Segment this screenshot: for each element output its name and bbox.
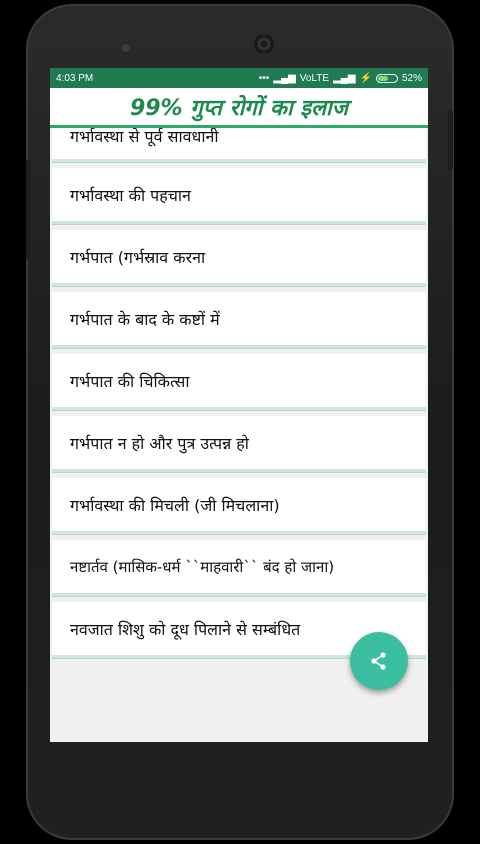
list-item-label: गर्भपात की चिकित्सा [70,371,190,391]
battery-icon [375,73,398,83]
list-item[interactable]: गर्भावस्था की मिचली (जी मिचलाना) [52,478,426,534]
status-time: 4:03 PM [56,72,94,84]
side-button [448,110,453,170]
list-item[interactable]: गर्भपात (गर्भस्राव करना [52,230,426,286]
share-icon [371,652,386,670]
list-item[interactable]: गर्भपात की चिकित्सा [52,354,426,410]
list-item[interactable]: गर्भपात न हो और पुत्र उत्पन्न हो [52,416,426,472]
list-item-label: गर्भपात न हो और पुत्र उत्पन्न हो [70,433,249,453]
list-item-label: गर्भावस्था की पहचान [70,185,191,205]
earpiece-speaker [254,34,274,54]
page-title: 99% गुप्त रोगों का इलाज [129,95,349,121]
signal-icon: ▂▄▆ [333,72,356,84]
more-dots-icon: ••• [258,72,270,84]
list-item-label: नष्टार्तव (मासिक-धर्म ``माहवारी`` बंद हो… [70,557,335,576]
signal-icon: ▂▄▆ [273,72,296,84]
list-item-label: गर्भपात (गर्भस्राव करना [70,247,206,267]
app-bar: 99% गुप्त रोगों का इलाज [50,88,428,128]
list-item-label: गर्भावस्था से पूर्व सावधानी [70,128,219,146]
battery-percent: 52% [401,72,422,84]
list-item[interactable]: गर्भावस्था की पहचान [52,168,426,224]
side-button [26,160,30,260]
front-camera [122,44,130,52]
topic-list-content: गर्भावस्था से पूर्व सावधानी गर्भावस्था क… [50,128,428,664]
network-label: VoLTE [299,72,330,84]
charging-icon: ⚡ [359,72,372,84]
list-item[interactable]: गर्भपात के बाद के कष्टों में [52,292,426,348]
screen: 4:03 PM ••• ▂▄▆ VoLTE ▂▄▆ ⚡ 52% 99% गुप्… [50,68,428,742]
list-item[interactable]: गर्भावस्था से पूर्व सावधानी [52,128,426,162]
list-item-label: नवजात शिशु को दूध पिलाने से सम्बंधित [70,619,301,639]
status-icons: ••• ▂▄▆ VoLTE ▂▄▆ ⚡ 52% [259,73,422,84]
share-button[interactable] [350,632,408,690]
list-item-label: गर्भावस्था की मिचली (जी मिचलाना) [70,495,280,515]
status-bar: 4:03 PM ••• ▂▄▆ VoLTE ▂▄▆ ⚡ 52% [50,68,428,88]
list-item[interactable]: नष्टार्तव (मासिक-धर्म ``माहवारी`` बंद हो… [52,540,426,596]
list-item-label: गर्भपात के बाद के कष्टों में [70,309,220,329]
